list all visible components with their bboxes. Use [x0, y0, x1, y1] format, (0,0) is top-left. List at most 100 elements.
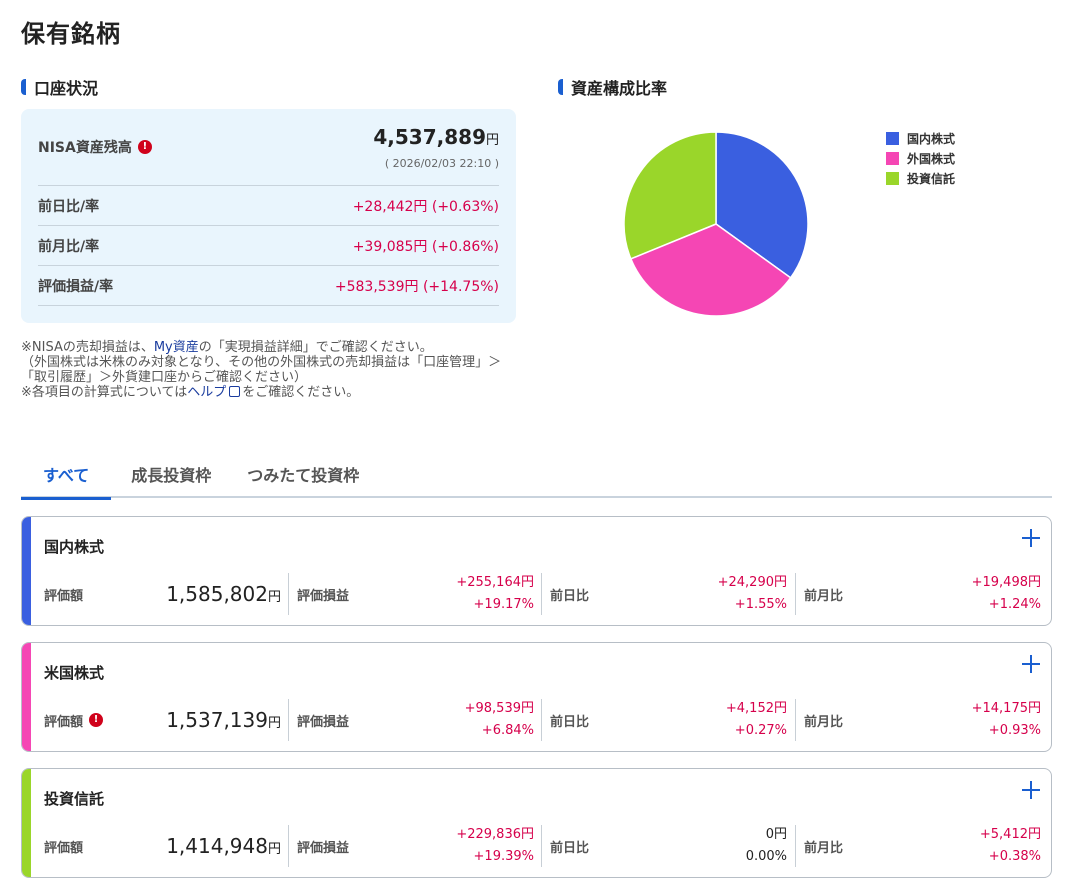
month-amount: +5,412円 — [979, 827, 1041, 842]
day-amount: +4,152円 — [725, 701, 787, 716]
tab-growth[interactable]: 成長投資枠 — [117, 458, 225, 498]
card-color-stripe — [22, 769, 31, 877]
legend-item-domestic: 国内株式 — [886, 128, 955, 148]
nisa-balance-value: 4,537,889 — [373, 124, 486, 149]
divider — [541, 699, 542, 741]
month-rate: +0.93% — [988, 723, 1041, 738]
legend-item-funds: 投資信託 — [886, 168, 955, 188]
valuation-metric: 評価額! 1,537,139円 — [44, 698, 289, 742]
pie-svg — [623, 131, 809, 317]
divider — [795, 573, 796, 615]
day-label: 前日比 — [550, 840, 590, 856]
card-color-stripe — [22, 643, 31, 751]
card-title: 米国株式 — [44, 664, 105, 682]
pl-metric: 評価損益 +229,836円 +19.39% — [297, 824, 542, 868]
unrealized-pl-value: +583,539円 (+14.75%) — [334, 278, 499, 295]
nisa-balance-value-wrap: 4,537,889円 ( 2026/02/03 22:10 ) — [373, 125, 499, 170]
valuation-value-wrap: 1,414,948円 — [166, 834, 281, 858]
month-values: +14,175円 +0.93% — [972, 698, 1041, 742]
month-amount: +14,175円 — [971, 701, 1041, 716]
alert-icon[interactable]: ! — [137, 140, 152, 154]
valuation-label: 評価額 — [44, 840, 84, 856]
day-rate: 0.00% — [745, 849, 787, 864]
day-change-metric: 前日比 +24,290円 +1.55% — [550, 572, 795, 616]
month-change-value: +39,085円 (+0.86%) — [352, 238, 499, 255]
expand-plus-icon[interactable] — [1022, 529, 1040, 547]
valuation-unit: 円 — [267, 590, 281, 605]
pl-metric: 評価損益 +98,539円 +6.84% — [297, 698, 542, 742]
pl-values: +255,164円 +19.17% — [456, 572, 534, 616]
alert-icon[interactable]: ! — [89, 713, 104, 727]
day-amount: +24,290円 — [717, 575, 787, 590]
month-amount: +19,498円 — [971, 575, 1041, 590]
pl-amount: +255,164円 — [456, 575, 534, 590]
divider — [288, 825, 289, 867]
account-status-heading: 口座状況 — [21, 75, 98, 99]
day-change-row: 前日比/率 +28,442円 (+0.63%) — [38, 186, 499, 226]
month-label: 前月比 — [804, 588, 844, 604]
allocation-pie-chart — [622, 130, 810, 322]
note-text: をご確認ください。 — [242, 385, 360, 400]
month-rate: +0.38% — [988, 849, 1041, 864]
day-rate: +1.55% — [734, 597, 787, 612]
page-title: 保有銘柄 — [21, 20, 121, 48]
nisa-balance-label: NISA資産残高 — [38, 140, 132, 156]
card-color-stripe — [22, 517, 31, 625]
month-values: +19,498円 +1.24% — [972, 572, 1041, 616]
tab-tsumitate[interactable]: つみたて投資枠 — [233, 458, 373, 498]
note-line-3: ※各項目の計算式についてはヘルプ をご確認ください。 — [21, 385, 521, 400]
legend-swatch — [886, 151, 899, 165]
allocation-heading: 資産構成比率 — [558, 75, 667, 99]
day-change-value: +28,442円 (+0.63%) — [352, 198, 499, 215]
pl-rate: +6.84% — [481, 723, 534, 738]
month-change-metric: 前月比 +5,412円 +0.38% — [804, 824, 1049, 868]
expand-plus-icon[interactable] — [1022, 781, 1040, 799]
valuation-value-wrap: 1,537,139円 — [166, 708, 281, 732]
month-rate: +1.24% — [988, 597, 1041, 612]
note-text: の「実現損益詳細」でご確認ください。 — [198, 340, 433, 355]
external-link-icon[interactable] — [229, 386, 241, 397]
card-title: 投資信託 — [44, 790, 105, 808]
valuation-metric: 評価額 1,414,948円 — [44, 824, 289, 868]
pl-rate: +19.39% — [473, 849, 534, 864]
legend-label: 外国株式 — [907, 151, 956, 166]
pl-amount: +229,836円 — [456, 827, 534, 842]
allocation-heading-label: 資産構成比率 — [571, 79, 668, 98]
nisa-balance-row: NISA資産残高 ! 4,537,889円 ( 2026/02/03 22:10… — [38, 109, 499, 186]
legend-swatch — [886, 171, 899, 185]
divider — [288, 699, 289, 741]
my-assets-link[interactable]: My資産 — [154, 340, 199, 355]
valuation-value: 1,585,802 — [166, 582, 268, 606]
valuation-label-wrap: 評価額! — [44, 711, 104, 730]
note-line-2: （外国株式は米株のみ対象となり、その他の外国株式の売却損益は「口座管理」＞「取引… — [21, 355, 502, 385]
pl-metric: 評価損益 +255,164円 +19.17% — [297, 572, 542, 616]
pl-values: +98,539円 +6.84% — [465, 698, 534, 742]
day-change-label: 前日比/率 — [38, 198, 100, 215]
day-rate: +0.27% — [734, 723, 787, 738]
valuation-value: 1,537,139 — [166, 708, 268, 732]
day-change-metric: 前日比 +4,152円 +0.27% — [550, 698, 795, 742]
pl-amount: +98,539円 — [464, 701, 534, 716]
legend-swatch — [886, 131, 899, 145]
help-link[interactable]: ヘルプ — [187, 385, 226, 400]
divider — [288, 573, 289, 615]
section-marker — [558, 79, 563, 95]
expand-plus-icon[interactable] — [1022, 655, 1040, 673]
pl-label: 評価損益 — [297, 588, 350, 604]
holdings-tabs: すべて 成長投資枠 つみたて投資枠 — [21, 458, 1052, 500]
unrealized-pl-label: 評価損益/率 — [38, 278, 114, 295]
divider — [541, 825, 542, 867]
note-text: ※NISAの売却損益は、 — [21, 340, 154, 355]
card-title: 国内株式 — [44, 538, 105, 556]
legend-label: 投資信託 — [907, 171, 956, 186]
tab-all[interactable]: すべて — [21, 458, 112, 500]
month-values: +5,412円 +0.38% — [980, 824, 1041, 868]
day-label: 前日比 — [550, 714, 590, 730]
valuation-label: 評価額 — [44, 588, 84, 604]
day-label: 前日比 — [550, 588, 590, 604]
valuation-value: 1,414,948 — [166, 834, 268, 858]
pl-label: 評価損益 — [297, 714, 350, 730]
note-text: ※各項目の計算式については — [21, 385, 188, 400]
day-amount: 0円 — [765, 827, 787, 842]
legend-item-foreign: 外国株式 — [886, 148, 955, 168]
